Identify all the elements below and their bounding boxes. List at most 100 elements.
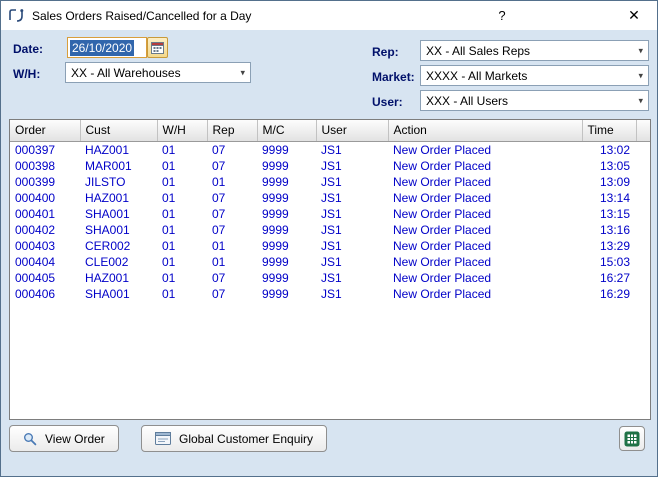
cell-user: JS1 — [316, 238, 388, 254]
table-row[interactable]: 000399 JILSTO 01 01 9999 JS1 New Order P… — [10, 174, 650, 190]
cell-cust: MAR001 — [80, 158, 157, 174]
cell-user: JS1 — [316, 286, 388, 302]
column-header-wh[interactable]: W/H — [157, 120, 207, 141]
rep-select[interactable]: XX - All Sales Reps ▾ — [420, 40, 649, 61]
cell-filler — [636, 270, 650, 286]
orders-table: Order Cust W/H Rep M/C User Action Time … — [9, 119, 651, 420]
cell-time: 13:15 — [582, 206, 636, 222]
user-label: User: — [372, 95, 403, 109]
table-row[interactable]: 000404 CLE002 01 01 9999 JS1 New Order P… — [10, 254, 650, 270]
cell-time: 13:29 — [582, 238, 636, 254]
cell-action: New Order Placed — [388, 174, 582, 190]
column-header-user[interactable]: User — [316, 120, 388, 141]
calendar-button[interactable] — [147, 37, 168, 58]
cell-user: JS1 — [316, 190, 388, 206]
cell-time: 13:16 — [582, 222, 636, 238]
calendar-icon — [151, 41, 164, 54]
user-select[interactable]: XXX - All Users ▾ — [420, 90, 649, 111]
column-header-mc[interactable]: M/C — [257, 120, 316, 141]
column-header-cust[interactable]: Cust — [80, 120, 157, 141]
global-customer-enquiry-button[interactable]: Global Customer Enquiry — [141, 425, 327, 452]
cell-rep: 07 — [207, 222, 257, 238]
cell-cust: CER002 — [80, 238, 157, 254]
warehouse-label: W/H: — [13, 67, 40, 81]
cell-order: 000405 — [10, 270, 80, 286]
column-header-filler — [636, 120, 650, 141]
cell-filler — [636, 238, 650, 254]
cell-mc: 9999 — [257, 238, 316, 254]
cell-filler — [636, 206, 650, 222]
cell-action: New Order Placed — [388, 222, 582, 238]
cell-cust: HAZ001 — [80, 190, 157, 206]
cell-time: 13:14 — [582, 190, 636, 206]
cell-order: 000402 — [10, 222, 80, 238]
rep-label: Rep: — [372, 45, 399, 59]
excel-icon — [624, 431, 640, 447]
table-row[interactable]: 000401 SHA001 01 07 9999 JS1 New Order P… — [10, 206, 650, 222]
cell-user: JS1 — [316, 270, 388, 286]
order-table-body: 000397 HAZ001 01 07 9999 JS1 New Order P… — [10, 141, 650, 302]
cell-user: JS1 — [316, 254, 388, 270]
cell-time: 15:03 — [582, 254, 636, 270]
cell-time: 13:09 — [582, 174, 636, 190]
cell-wh: 01 — [157, 222, 207, 238]
cell-filler — [636, 286, 650, 302]
window-title: Sales Orders Raised/Cancelled for a Day — [32, 9, 251, 23]
cell-cust: JILSTO — [80, 174, 157, 190]
cell-order: 000397 — [10, 141, 80, 158]
cell-action: New Order Placed — [388, 254, 582, 270]
table-row[interactable]: 000398 MAR001 01 07 9999 JS1 New Order P… — [10, 158, 650, 174]
cell-rep: 07 — [207, 206, 257, 222]
cell-order: 000406 — [10, 286, 80, 302]
app-icon — [8, 8, 25, 23]
date-input[interactable]: 26/10/2020 — [67, 37, 147, 58]
cell-mc: 9999 — [257, 222, 316, 238]
cell-user: JS1 — [316, 174, 388, 190]
table-row[interactable]: 000397 HAZ001 01 07 9999 JS1 New Order P… — [10, 141, 650, 158]
column-header-rep[interactable]: Rep — [207, 120, 257, 141]
cell-time: 16:27 — [582, 270, 636, 286]
cell-mc: 9999 — [257, 174, 316, 190]
magnifier-icon — [23, 432, 37, 446]
cell-rep: 07 — [207, 158, 257, 174]
cell-cust: SHA001 — [80, 206, 157, 222]
cell-mc: 9999 — [257, 254, 316, 270]
cell-mc: 9999 — [257, 141, 316, 158]
cell-rep: 01 — [207, 238, 257, 254]
table-row[interactable]: 000405 HAZ001 01 07 9999 JS1 New Order P… — [10, 270, 650, 286]
chevron-down-icon: ▾ — [638, 70, 643, 81]
cell-wh: 01 — [157, 141, 207, 158]
help-button[interactable]: ? — [487, 1, 517, 30]
column-header-time[interactable]: Time — [582, 120, 636, 141]
cell-user: JS1 — [316, 158, 388, 174]
cell-action: New Order Placed — [388, 270, 582, 286]
enquiry-form-icon — [155, 432, 171, 445]
global-enquiry-label: Global Customer Enquiry — [179, 432, 313, 446]
view-order-button[interactable]: View Order — [9, 425, 119, 452]
table-row[interactable]: 000406 SHA001 01 07 9999 JS1 New Order P… — [10, 286, 650, 302]
cell-mc: 9999 — [257, 158, 316, 174]
view-order-label: View Order — [45, 432, 105, 446]
cell-order: 000401 — [10, 206, 80, 222]
table-row[interactable]: 000400 HAZ001 01 07 9999 JS1 New Order P… — [10, 190, 650, 206]
cell-wh: 01 — [157, 286, 207, 302]
table-row[interactable]: 000403 CER002 01 01 9999 JS1 New Order P… — [10, 238, 650, 254]
cell-rep: 01 — [207, 254, 257, 270]
export-excel-button[interactable] — [619, 426, 645, 451]
warehouse-value: XX - All Warehouses — [71, 66, 181, 80]
column-header-action[interactable]: Action — [388, 120, 582, 141]
close-button[interactable]: ✕ — [619, 1, 649, 30]
table-row[interactable]: 000402 SHA001 01 07 9999 JS1 New Order P… — [10, 222, 650, 238]
warehouse-select[interactable]: XX - All Warehouses ▾ — [65, 62, 251, 83]
market-label: Market: — [372, 70, 415, 84]
table-header-row: Order Cust W/H Rep M/C User Action Time — [10, 120, 650, 141]
cell-filler — [636, 190, 650, 206]
market-select[interactable]: XXXX - All Markets ▾ — [420, 65, 649, 86]
date-label: Date: — [13, 42, 43, 56]
chevron-down-icon: ▾ — [638, 45, 643, 56]
cell-order: 000399 — [10, 174, 80, 190]
cell-wh: 01 — [157, 238, 207, 254]
column-header-order[interactable]: Order — [10, 120, 80, 141]
cell-time: 16:29 — [582, 286, 636, 302]
cell-order: 000400 — [10, 190, 80, 206]
